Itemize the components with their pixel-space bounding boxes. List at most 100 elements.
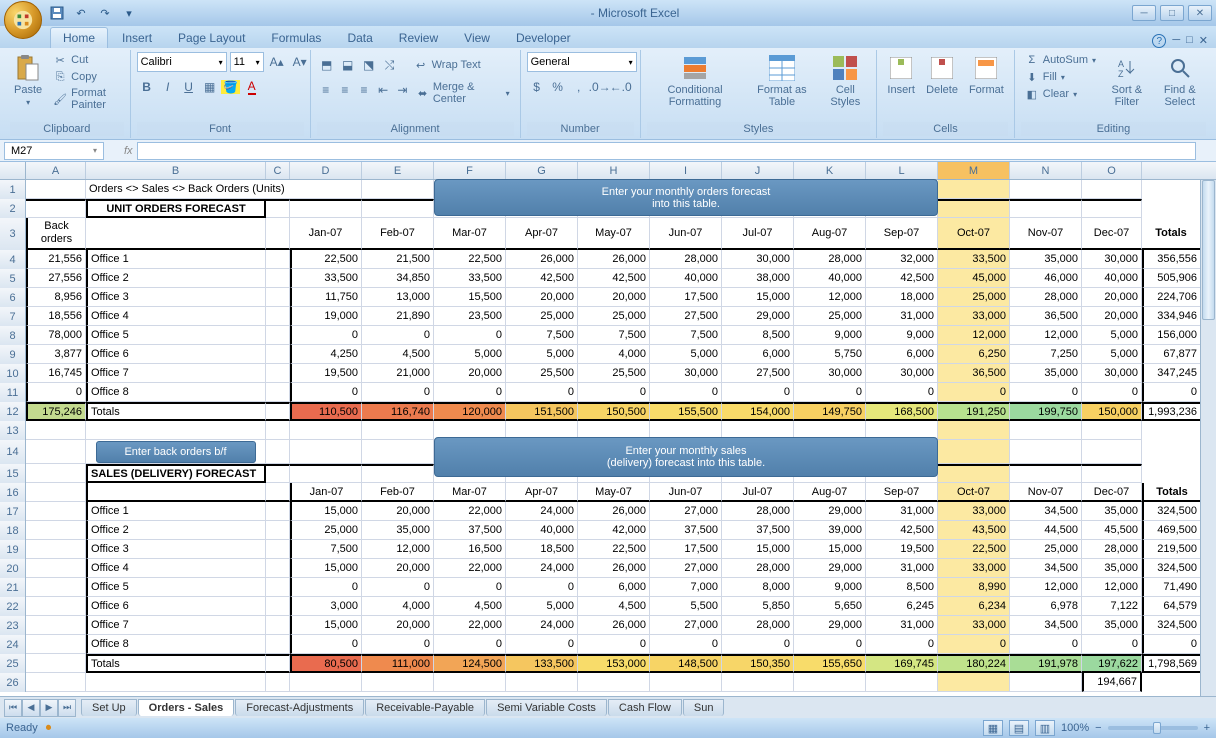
sales-value[interactable]: 31,000 xyxy=(866,616,938,635)
sales-value[interactable]: 18,500 xyxy=(506,540,578,559)
align-left-icon[interactable]: ≡ xyxy=(317,80,335,100)
order-value[interactable]: 33,500 xyxy=(434,269,506,288)
sales-value[interactable]: 7,500 xyxy=(290,540,362,559)
sales-value[interactable]: 6,245 xyxy=(866,597,938,616)
cell[interactable] xyxy=(1010,421,1082,440)
cell[interactable] xyxy=(794,673,866,692)
order-value[interactable]: 11,750 xyxy=(290,288,362,307)
orders-total-month[interactable]: 149,750 xyxy=(794,402,866,421)
order-value[interactable]: 20,000 xyxy=(1082,307,1142,326)
order-value[interactable]: 42,500 xyxy=(506,269,578,288)
order-value[interactable]: 30,000 xyxy=(1082,250,1142,269)
month-header[interactable]: Jul-07 xyxy=(722,218,794,250)
sheet-tab-set-up[interactable]: Set Up xyxy=(81,699,137,716)
col-header-O[interactable]: O xyxy=(1082,162,1142,179)
sort-filter-button[interactable]: AZSort & Filter xyxy=(1103,52,1150,110)
row-total[interactable]: 505,906 xyxy=(1142,269,1202,288)
cell[interactable] xyxy=(86,218,266,250)
order-value[interactable]: 29,000 xyxy=(722,307,794,326)
cell[interactable] xyxy=(266,540,290,559)
cell[interactable] xyxy=(266,635,290,654)
cell[interactable] xyxy=(938,464,1010,483)
row-header-24[interactable]: 24 xyxy=(0,635,26,654)
cell[interactable] xyxy=(26,180,86,199)
order-value[interactable]: 4,500 xyxy=(362,345,434,364)
cell[interactable] xyxy=(650,673,722,692)
order-value[interactable]: 0 xyxy=(434,326,506,345)
cell[interactable] xyxy=(266,559,290,578)
order-value[interactable]: 31,000 xyxy=(866,307,938,326)
format-painter-button[interactable]: 🖌Format Painter xyxy=(49,86,123,112)
ribbon-tab-developer[interactable]: Developer xyxy=(504,28,583,48)
cell[interactable] xyxy=(26,616,86,635)
sales-value[interactable]: 43,500 xyxy=(938,521,1010,540)
cell[interactable] xyxy=(26,502,86,521)
cell[interactable] xyxy=(266,383,290,402)
cell[interactable] xyxy=(266,483,290,502)
sales-value[interactable]: 31,000 xyxy=(866,559,938,578)
sales-value[interactable]: 29,000 xyxy=(794,616,866,635)
orders-total-month[interactable]: 110,500 xyxy=(290,402,362,421)
orders-total-month[interactable]: 191,250 xyxy=(938,402,1010,421)
row-header-16[interactable]: 16 xyxy=(0,483,26,502)
save-icon[interactable] xyxy=(48,4,66,22)
cell[interactable] xyxy=(266,345,290,364)
row-header-13[interactable]: 13 xyxy=(0,421,26,440)
sales-value[interactable]: 15,000 xyxy=(290,559,362,578)
order-value[interactable]: 5,000 xyxy=(1082,345,1142,364)
font-color-button[interactable]: A xyxy=(242,77,262,97)
cell[interactable] xyxy=(362,180,434,199)
order-value[interactable]: 40,000 xyxy=(1082,269,1142,288)
order-value[interactable]: 32,000 xyxy=(866,250,938,269)
sales-value[interactable]: 8,500 xyxy=(866,578,938,597)
order-value[interactable]: 46,000 xyxy=(1010,269,1082,288)
sales-value[interactable]: 4,000 xyxy=(362,597,434,616)
back-orders-total[interactable]: 175,246 xyxy=(26,402,86,421)
col-header-D[interactable]: D xyxy=(290,162,362,179)
row-total[interactable]: 324,500 xyxy=(1142,616,1202,635)
order-value[interactable]: 18,000 xyxy=(866,288,938,307)
order-value[interactable]: 36,500 xyxy=(1010,307,1082,326)
row-total[interactable]: 219,500 xyxy=(1142,540,1202,559)
cell[interactable] xyxy=(362,421,434,440)
orders-total-month[interactable]: 116,740 xyxy=(362,402,434,421)
order-value[interactable]: 0 xyxy=(938,383,1010,402)
increase-indent-icon[interactable]: ⇥ xyxy=(393,80,411,100)
cell[interactable] xyxy=(1082,440,1142,464)
order-value[interactable]: 20,000 xyxy=(434,364,506,383)
totals-header[interactable]: Totals xyxy=(1142,483,1202,502)
sales-value[interactable]: 15,000 xyxy=(290,502,362,521)
zoom-slider[interactable] xyxy=(1108,726,1198,730)
sales-value[interactable]: 5,850 xyxy=(722,597,794,616)
back-order-value[interactable]: 0 xyxy=(26,383,86,402)
sales-value[interactable]: 35,000 xyxy=(1082,559,1142,578)
back-order-value[interactable]: 27,556 xyxy=(26,269,86,288)
office-name[interactable]: Office 7 xyxy=(86,616,266,635)
month-header[interactable]: May-07 xyxy=(578,483,650,502)
sales-value[interactable]: 22,000 xyxy=(434,616,506,635)
order-value[interactable]: 5,000 xyxy=(650,345,722,364)
row-header-12[interactable]: 12 xyxy=(0,402,26,421)
formula-input[interactable] xyxy=(137,142,1196,160)
cell[interactable] xyxy=(266,250,290,269)
sales-value[interactable]: 33,000 xyxy=(938,559,1010,578)
order-value[interactable]: 12,000 xyxy=(938,326,1010,345)
row-total[interactable]: 334,946 xyxy=(1142,307,1202,326)
ribbon-tab-formulas[interactable]: Formulas xyxy=(259,28,333,48)
window-close-icon[interactable]: ✕ xyxy=(1199,34,1208,48)
align-right-icon[interactable]: ≡ xyxy=(355,80,373,100)
sales-value[interactable]: 29,000 xyxy=(794,502,866,521)
sales-value[interactable]: 22,500 xyxy=(938,540,1010,559)
totals-header[interactable]: Totals xyxy=(1142,218,1202,250)
sales-total-month[interactable]: 153,000 xyxy=(578,654,650,673)
sales-value[interactable]: 0 xyxy=(434,635,506,654)
sales-value[interactable]: 0 xyxy=(938,635,1010,654)
sales-total-month[interactable]: 80,500 xyxy=(290,654,362,673)
insert-cells-button[interactable]: Insert xyxy=(883,52,919,98)
month-header[interactable]: Jan-07 xyxy=(290,218,362,250)
col-header-N[interactable]: N xyxy=(1010,162,1082,179)
row-total[interactable]: 469,500 xyxy=(1142,521,1202,540)
order-value[interactable]: 9,000 xyxy=(866,326,938,345)
cell[interactable] xyxy=(1010,464,1082,483)
col-header-G[interactable]: G xyxy=(506,162,578,179)
